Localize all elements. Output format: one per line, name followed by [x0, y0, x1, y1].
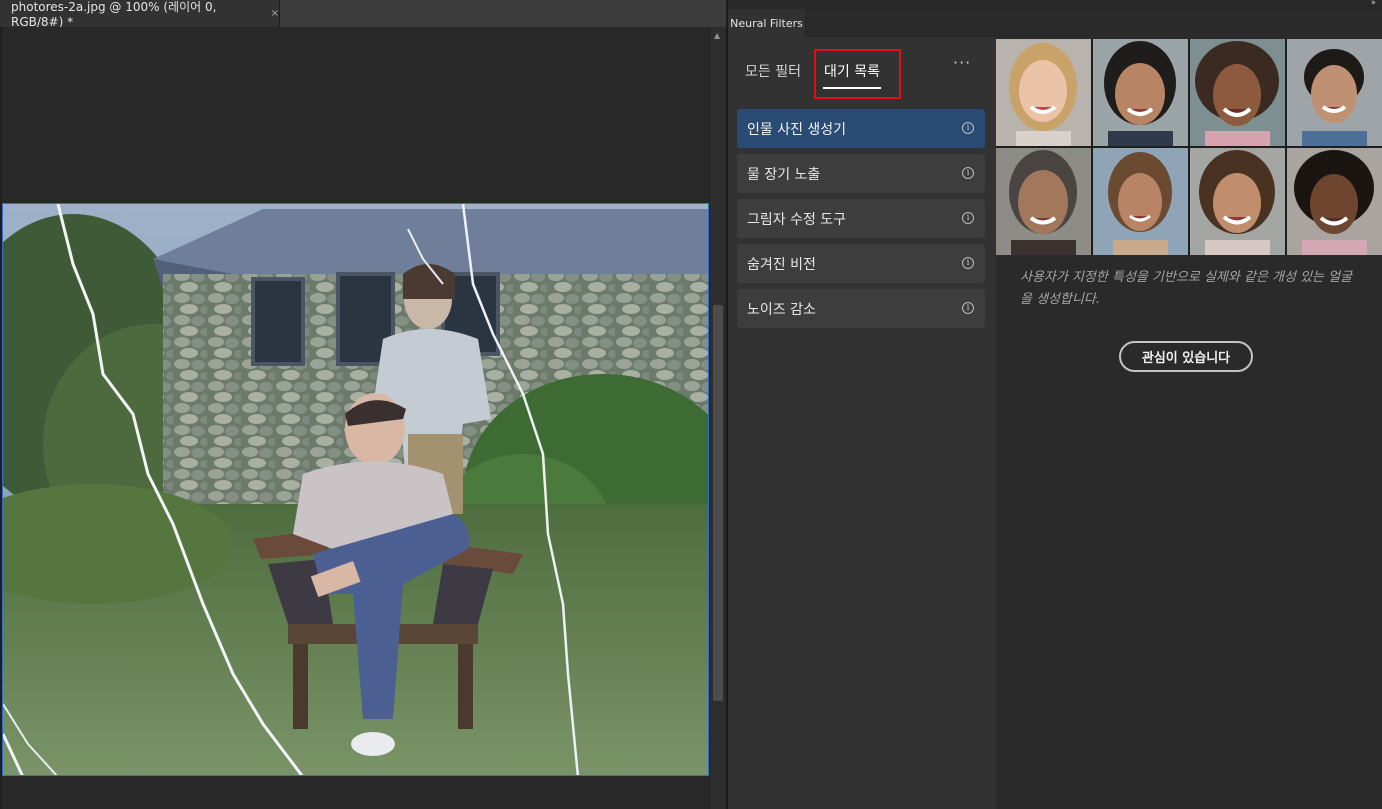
- filter-item-label: 물 장기 노출: [747, 166, 821, 183]
- filter-item-noise-reduction[interactable]: 노이즈 감소 i: [737, 289, 985, 328]
- info-icon[interactable]: i: [962, 302, 974, 314]
- filter-detail-column: 사용자가 지정한 특성을 기반으로 실제와 같은 개성 있는 얼굴을 생성합니다…: [996, 37, 1382, 809]
- panel-body: 모든 필터 대기 목록 ··· 인물 사진 생성기 i 물 장기 노출 i 그림…: [728, 37, 1382, 809]
- tab-neural-filters[interactable]: Neural Filters: [728, 9, 806, 37]
- neural-filters-panel: ›› Neural Filters 모든 필터 대기 목록 ··· 인물 사진 …: [728, 0, 1382, 809]
- portrait-preview-image: [1190, 39, 1285, 146]
- scroll-up-icon[interactable]: ▲: [714, 31, 720, 40]
- filter-item-label: 인물 사진 생성기: [747, 121, 847, 138]
- filter-item-label: 숨겨진 비전: [747, 256, 816, 273]
- portrait-preview-image: [1190, 148, 1285, 255]
- filter-item-portrait-generator[interactable]: 인물 사진 생성기 i: [737, 109, 985, 148]
- more-options-icon[interactable]: ···: [953, 53, 971, 72]
- filter-item-label: 그림자 수정 도구: [747, 211, 847, 228]
- filter-description: 사용자가 지정한 특성을 기반으로 실제와 같은 개성 있는 얼굴을 생성합니다…: [1020, 270, 1353, 307]
- info-icon[interactable]: i: [962, 257, 974, 269]
- subtab-all-filters[interactable]: 모든 필터: [745, 61, 801, 81]
- portrait-preview-image: [1093, 39, 1188, 146]
- canvas-vertical-scrollbar[interactable]: ▲: [709, 27, 726, 809]
- portrait-preview-image: [1287, 148, 1382, 255]
- collapse-panel-icon[interactable]: ››: [1371, 0, 1376, 8]
- filter-item-hidden-vision[interactable]: 숨겨진 비전 i: [737, 244, 985, 283]
- interested-button[interactable]: 관심이 있습니다: [1119, 341, 1253, 372]
- close-icon[interactable]: ×: [271, 8, 279, 19]
- info-icon[interactable]: i: [962, 212, 974, 224]
- document-tab-bar: photores-2a.jpg @ 100% (레이어 0, RGB/8#) *…: [0, 0, 726, 29]
- portrait-preview-image: [1093, 148, 1188, 255]
- filter-item-water-long-exposure[interactable]: 물 장기 노출 i: [737, 154, 985, 193]
- portrait-preview-image: [996, 39, 1091, 146]
- red-highlight-box: [814, 49, 901, 99]
- info-icon[interactable]: i: [962, 167, 974, 179]
- scrollbar-thumb[interactable]: [713, 305, 723, 701]
- panel-top-strip: ››: [728, 0, 1382, 9]
- filter-column: 모든 필터 대기 목록 ··· 인물 사진 생성기 i 물 장기 노출 i 그림…: [728, 37, 996, 809]
- document-tab-title: photores-2a.jpg @ 100% (레이어 0, RGB/8#) *: [11, 0, 217, 29]
- filter-subtabs: 모든 필터 대기 목록 ···: [728, 37, 996, 101]
- filter-item-label: 노이즈 감소: [747, 301, 816, 318]
- document-tab[interactable]: photores-2a.jpg @ 100% (레이어 0, RGB/8#) *…: [0, 0, 280, 29]
- portrait-preview-image: [996, 148, 1091, 255]
- document-photo[interactable]: [2, 203, 709, 776]
- portrait-preview-image: [1287, 39, 1382, 146]
- portrait-preview-grid: [996, 39, 1382, 255]
- filter-list: 인물 사진 생성기 i 물 장기 노출 i 그림자 수정 도구 i 숨겨진 비전…: [737, 109, 985, 334]
- info-icon[interactable]: i: [962, 122, 974, 134]
- panel-tab-strip: [806, 9, 1382, 37]
- filter-item-shadow-fix[interactable]: 그림자 수정 도구 i: [737, 199, 985, 238]
- vintage-couple-photo: [3, 204, 708, 775]
